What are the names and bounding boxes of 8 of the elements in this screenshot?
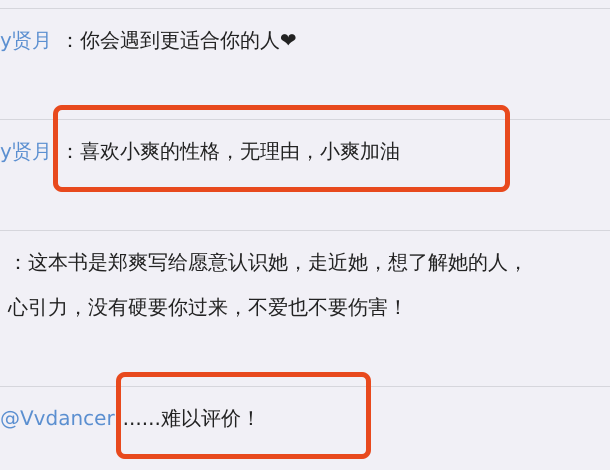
comment-author[interactable]: @Vvdancer (0, 396, 115, 441)
comment-text: ：这本书是郑爽写给愿意认识她，走近她，想了解她的人， (8, 249, 528, 276)
comment-text: 心引力，没有硬要你过来，不爱也不要伤害！ (8, 294, 408, 321)
comment-author[interactable]: y贤月 (0, 129, 52, 174)
comment-text: ：你会遇到更适合你的人❤ (60, 27, 297, 54)
comment-text: ......难以评价！ (122, 396, 261, 441)
comment-author[interactable]: y贤月 (0, 18, 52, 63)
comment-text: ：喜欢小爽的性格，无理由，小爽加油 (60, 129, 400, 174)
